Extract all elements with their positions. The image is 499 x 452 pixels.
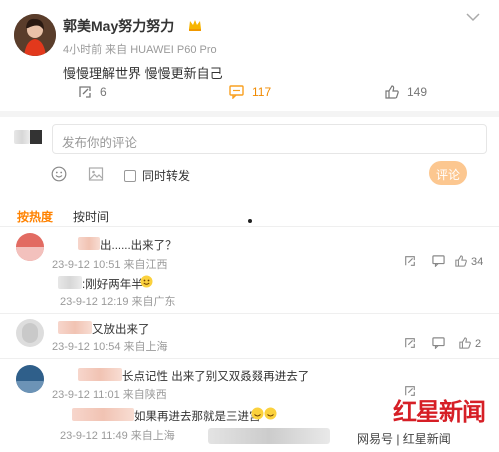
thumbs-up-icon [385, 85, 399, 99]
post-text: 慢慢理解世界 慢慢更新自己 [63, 66, 223, 81]
comment-text: :刚好两年半 [82, 279, 143, 291]
comment-input-placeholder: 发布你的评论 [62, 136, 138, 150]
comment-icon[interactable] [432, 337, 445, 349]
emoji-face-icon [140, 275, 153, 288]
comment-icon[interactable] [432, 255, 445, 267]
divider [0, 358, 499, 359]
divider [0, 111, 499, 117]
repost-count: 6 [100, 85, 107, 99]
comment-text: 长点记性 出来了别又双叒叕再进去了 [122, 371, 310, 383]
brand-watermark-text: 红星新闻 [393, 397, 486, 426]
divider [0, 313, 499, 314]
also-repost-checkbox[interactable]: 同时转发 [124, 167, 190, 184]
post-time: 4小时前 来自 HUAWEI P60 Pro [63, 44, 217, 56]
comment-time: 23-9-12 10:54 来自上海 [52, 341, 168, 353]
repost-icon [78, 85, 92, 99]
sort-by-time-tab[interactable]: 按时间 [73, 208, 109, 225]
brand-watermark-logo: 红星新闻 [393, 392, 486, 427]
commenter-avatar[interactable] [16, 233, 44, 261]
like-count: 149 [407, 85, 428, 99]
also-repost-label: 同时转发 [142, 169, 191, 183]
repost-icon[interactable] [404, 337, 416, 349]
checkbox-box [124, 169, 136, 182]
commenter-name[interactable] [58, 276, 82, 289]
commenter-avatar[interactable] [16, 319, 44, 347]
submit-comment-button-label: 评论 [435, 168, 460, 182]
more-options-icon[interactable] [466, 12, 480, 22]
comment-text: 如果再进去那就是三进宫 [134, 411, 261, 423]
commenter-name[interactable] [72, 408, 134, 421]
comment-text: 又放出来了 [92, 324, 150, 336]
like-count: 34 [471, 256, 484, 268]
repost-action[interactable]: 6 [78, 85, 107, 99]
divider [0, 226, 499, 227]
author-avatar[interactable] [14, 14, 56, 56]
commenter-avatar[interactable] [16, 365, 44, 393]
emoji-face-icon [251, 407, 277, 420]
comment-icon [229, 85, 244, 99]
like-action[interactable]: 149 [385, 85, 427, 99]
stray-dot [248, 219, 252, 223]
commenter-name[interactable] [58, 321, 92, 334]
comment-time: 23-9-12 11:01 来自陕西 [52, 389, 167, 401]
comment-action[interactable]: 117 [229, 85, 271, 99]
emoji-icon[interactable] [51, 166, 67, 182]
commenter-name[interactable] [78, 237, 100, 250]
like-count: 2 [475, 338, 482, 350]
commenter-name[interactable] [78, 368, 122, 381]
author-name[interactable]: 郭美May努力努力 [63, 16, 174, 36]
image-icon[interactable] [88, 166, 104, 182]
sort-by-hot-tab[interactable]: 按热度 [17, 208, 53, 225]
comment-text: 出......出来了？ [100, 240, 177, 252]
comment-time: 23-9-12 10:51 来自江西 [52, 259, 168, 271]
current-user-avatar [14, 130, 44, 148]
comment-time: 23-9-12 12:19 来自广东 [60, 296, 176, 308]
comment-time: 23-9-12 11:49 来自上海 [60, 430, 175, 442]
comment-count: 117 [252, 85, 272, 99]
thumbs-up-icon[interactable] [459, 337, 471, 349]
crown-badge-icon [188, 18, 202, 31]
thumbs-up-icon[interactable] [455, 255, 467, 267]
blurred-watermark [208, 428, 330, 444]
watermark-credit: 网易号 | 红星新闻 [357, 430, 451, 447]
repost-icon[interactable] [404, 255, 416, 267]
comment-input[interactable]: 发布你的评论 [52, 124, 487, 154]
